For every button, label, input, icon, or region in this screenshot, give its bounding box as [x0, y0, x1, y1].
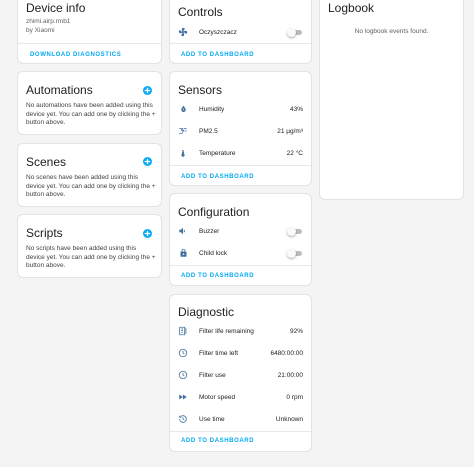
- clock-icon: [178, 370, 188, 380]
- config-row-buzzer: Buzzer: [170, 223, 311, 239]
- diagnostic-value: 6480:00:00: [270, 349, 303, 357]
- automations-card: Automations No automations have been add…: [17, 71, 162, 135]
- automations-title: Automations: [26, 83, 93, 97]
- device-model: zhimi.airp.rmb1: [26, 18, 71, 25]
- device-manufacturer: by Xiaomi: [26, 27, 55, 34]
- child-lock-toggle[interactable]: [287, 248, 302, 258]
- scenes-title: Scenes: [26, 155, 67, 169]
- diagnostic-label: Motor speed: [199, 393, 236, 401]
- diagnostic-value: Unknown: [275, 415, 303, 423]
- control-row-oczyszczacz: Oczyszczacz: [170, 24, 311, 40]
- thermometer-icon: [178, 148, 188, 158]
- diagnostic-value: 0 rpm: [286, 393, 303, 401]
- divider: [170, 431, 311, 432]
- fast-forward-icon: [178, 392, 188, 402]
- diagnostic-add-to-dashboard-button[interactable]: ADD TO DASHBOARD: [181, 438, 254, 444]
- plus-icon: [144, 87, 151, 94]
- sensor-label: Humidity: [199, 105, 225, 113]
- scenes-card: Scenes No scenes have been added using t…: [17, 143, 162, 207]
- add-automation-button[interactable]: [143, 86, 152, 95]
- controls-title: Controls: [178, 5, 223, 19]
- sensor-row-humidity: Humidity 43%: [170, 101, 311, 117]
- divider: [170, 265, 311, 266]
- diagnostic-label: Filter life remaining: [199, 327, 254, 335]
- divider: [18, 43, 161, 44]
- blur-icon: [178, 126, 188, 136]
- scripts-title: Scripts: [26, 226, 63, 240]
- diagnostic-label: Use time: [199, 415, 225, 423]
- diagnostic-label: Filter use: [199, 371, 226, 379]
- add-script-button[interactable]: [143, 229, 152, 238]
- oczyszczacz-toggle[interactable]: [287, 27, 302, 37]
- water-drop-icon: [178, 104, 188, 114]
- sensors-title: Sensors: [178, 83, 223, 97]
- sensors-card: Sensors Humidity 43% PM2.5 21 µg/m³ Temp…: [169, 71, 312, 186]
- sensor-label: PM2.5: [199, 127, 218, 135]
- sensor-row-pm25: PM2.5 21 µg/m³: [170, 123, 311, 139]
- diagnostic-value: 21:00:00: [277, 371, 303, 379]
- volume-icon: [178, 226, 188, 236]
- automations-empty-text: No automations have been added using thi…: [26, 102, 156, 126]
- configuration-add-to-dashboard-button[interactable]: ADD TO DASHBOARD: [181, 273, 254, 279]
- sensor-value: 21 µg/m³: [277, 127, 303, 135]
- config-label: Buzzer: [199, 227, 220, 235]
- buzzer-toggle[interactable]: [287, 226, 302, 236]
- diagnostic-row-use-time: Use time Unknown: [170, 411, 311, 427]
- plus-icon: [144, 230, 151, 237]
- diagnostic-row-filter-use: Filter use 21:00:00: [170, 367, 311, 383]
- scenes-empty-text: No scenes have been added using this dev…: [26, 174, 156, 198]
- clock-icon: [178, 348, 188, 358]
- divider: [170, 165, 311, 166]
- history-icon: [178, 414, 188, 424]
- scripts-empty-text: No scripts have been added using this de…: [26, 245, 156, 269]
- controls-add-to-dashboard-button[interactable]: ADD TO DASHBOARD: [181, 52, 254, 58]
- diagnostic-row-filter-time-left: Filter time left 6480:00:00: [170, 345, 311, 361]
- controls-card: Controls Oczyszczacz ADD TO DASHBOARD: [169, 0, 312, 64]
- diagnostic-card: Diagnostic Filter life remaining 92% Fil…: [169, 294, 312, 452]
- config-row-child-lock: Child lock: [170, 245, 311, 261]
- control-label: Oczyszczacz: [199, 28, 237, 36]
- download-diagnostics-button[interactable]: DOWNLOAD DIAGNOSTICS: [30, 52, 121, 58]
- configuration-card: Configuration Buzzer Child lock ADD TO D…: [169, 193, 312, 286]
- lock-icon: [178, 248, 188, 258]
- diagnostic-label: Filter time left: [199, 349, 239, 357]
- add-scene-button[interactable]: [143, 157, 152, 166]
- diagnostic-row-filter-life: Filter life remaining 92%: [170, 323, 311, 339]
- sensor-value: 22 °C: [286, 149, 303, 157]
- sensor-value: 43%: [289, 105, 303, 113]
- logbook-title: Logbook: [328, 1, 375, 15]
- sensor-row-temperature: Temperature 22 °C: [170, 145, 311, 161]
- diagnostic-value: 92%: [289, 327, 303, 335]
- plus-icon: [144, 158, 151, 165]
- sensor-label: Temperature: [199, 149, 236, 157]
- configuration-title: Configuration: [178, 205, 250, 219]
- scripts-card: Scripts No scripts have been added using…: [17, 214, 162, 278]
- diagnostic-title: Diagnostic: [178, 305, 235, 319]
- logbook-empty-text: No logbook events found.: [354, 28, 429, 35]
- divider: [170, 43, 311, 44]
- config-label: Child lock: [199, 249, 228, 257]
- fan-icon: [178, 27, 188, 37]
- sensors-add-to-dashboard-button[interactable]: ADD TO DASHBOARD: [181, 174, 254, 180]
- filter-icon: [178, 326, 188, 336]
- logbook-card: Logbook No logbook events found.: [319, 0, 464, 200]
- device-info-card: Device info zhimi.airp.rmb1 by Xiaomi DO…: [17, 0, 162, 64]
- device-info-title: Device info: [26, 1, 86, 15]
- diagnostic-row-motor-speed: Motor speed 0 rpm: [170, 389, 311, 405]
